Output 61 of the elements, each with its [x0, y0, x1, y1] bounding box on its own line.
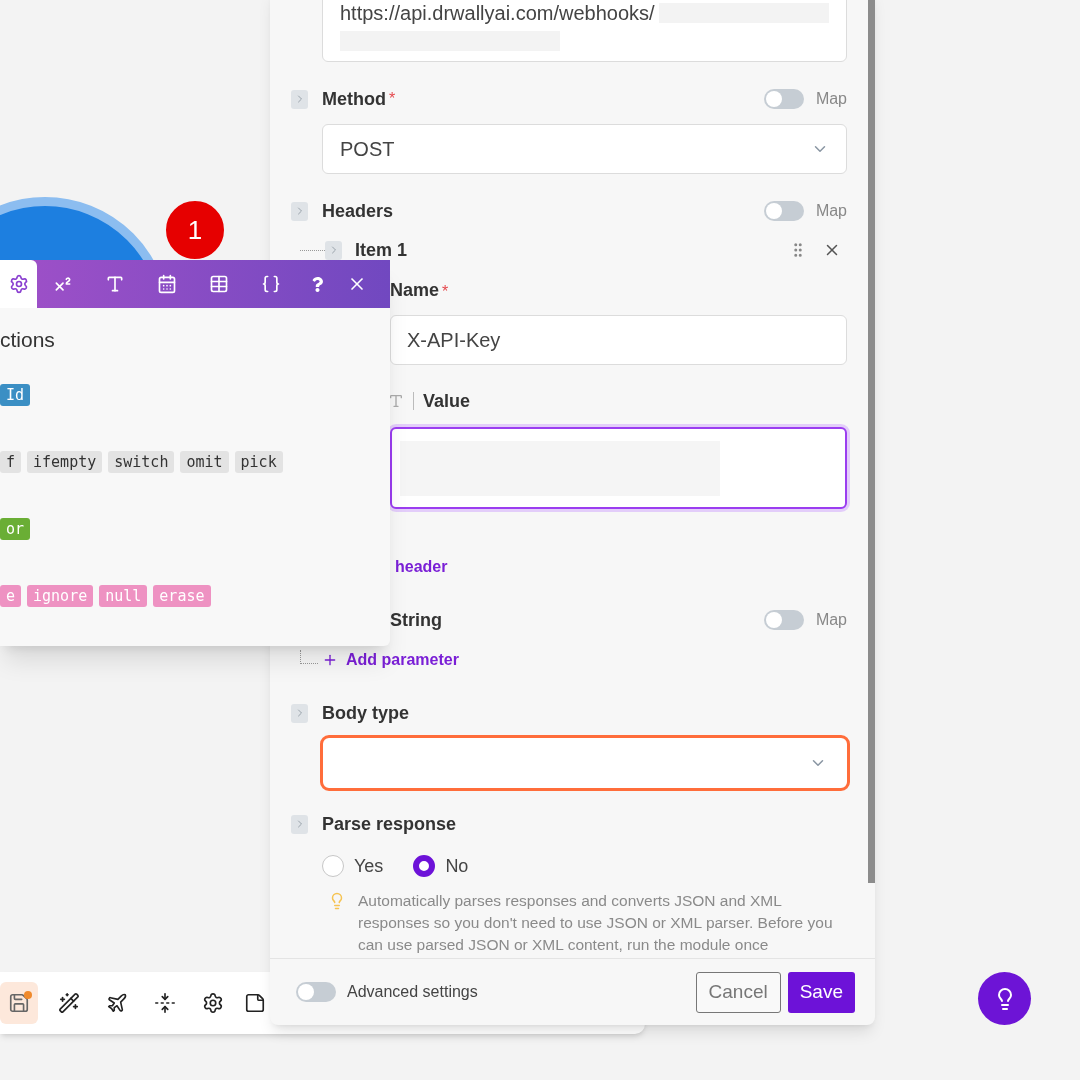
required-asterisk: *	[442, 282, 449, 302]
field-label: Parse response	[322, 812, 457, 836]
function-tag[interactable]: pick	[234, 451, 283, 473]
map-toggle[interactable]	[763, 89, 804, 109]
field-label: String	[390, 608, 442, 632]
map-label: Map	[815, 89, 847, 109]
braces-icon	[261, 274, 281, 294]
magic-wand-icon	[58, 992, 80, 1014]
save-button[interactable]: Save	[787, 971, 855, 1013]
settings-icon	[202, 992, 224, 1014]
function-tag[interactable]: ifempty	[27, 451, 103, 473]
add-parameter-link[interactable]: Add parameter	[322, 648, 459, 672]
url-text: https://api.drwallyai.com/webhooks/	[340, 1, 655, 25]
settings-tab[interactable]	[0, 260, 37, 308]
radio-option[interactable]: Yes	[322, 852, 384, 880]
radio-option[interactable]: No	[413, 852, 469, 880]
map-toggle[interactable]	[763, 201, 804, 221]
function-tag[interactable]: f	[0, 451, 22, 473]
expand-chevron-icon[interactable]	[291, 89, 308, 109]
advanced-settings-label: Advanced settings	[347, 982, 478, 1002]
scrollbar-thumb[interactable]	[868, 0, 875, 883]
gear-icon	[8, 274, 29, 294]
cancel-button[interactable]: Cancel	[695, 971, 781, 1013]
item-label: Item 1	[355, 238, 408, 262]
url-field[interactable]: https://api.drwallyai.com/webhooks/	[322, 0, 847, 62]
module-badge: 1	[163, 198, 227, 262]
fold-icon	[154, 992, 176, 1014]
field-label: Method	[322, 87, 386, 111]
add-header-link[interactable]: header	[395, 555, 448, 579]
hint-button[interactable]	[978, 972, 1031, 1025]
field-label: Name	[390, 278, 440, 302]
superscript-icon	[53, 274, 73, 294]
map-toggle[interactable]	[763, 610, 804, 630]
body-type-select[interactable]	[320, 735, 850, 791]
expand-chevron-icon[interactable]	[325, 240, 342, 260]
field-label: Value	[423, 389, 471, 413]
value-input[interactable]	[390, 427, 847, 509]
calendar-icon	[157, 274, 177, 294]
expand-chevron-icon[interactable]	[291, 814, 308, 834]
name-input[interactable]: X-API-Key	[390, 315, 847, 365]
table-icon	[209, 274, 229, 294]
expand-chevron-icon[interactable]	[291, 201, 308, 221]
required-asterisk: *	[389, 89, 396, 109]
radio-button[interactable]	[413, 855, 436, 877]
function-tag[interactable]: omit	[180, 451, 229, 473]
text-icon	[105, 274, 125, 294]
hint-text: Automatically parses responses and converts JSON and XML responses so you don't need to use JSON or XML parser. Before you can use parsed JSON or XML content, run the module once	[358, 891, 834, 955]
function-tag[interactable]: switch	[108, 451, 175, 473]
field-label: Body type	[322, 701, 409, 725]
map-label: Map	[815, 201, 847, 221]
function-tag[interactable]: Id	[0, 384, 31, 406]
advanced-settings-toggle[interactable]	[296, 982, 336, 1002]
airplane-icon	[106, 992, 128, 1014]
popup-heading: ctions	[0, 328, 56, 352]
expand-chevron-icon[interactable]	[291, 703, 308, 723]
note-icon	[244, 992, 266, 1014]
plus-icon	[322, 652, 338, 668]
map-label: Map	[815, 610, 847, 630]
text-type-icon	[388, 393, 404, 409]
field-label: Headers	[322, 199, 394, 223]
method-select[interactable]: POST	[322, 124, 847, 174]
